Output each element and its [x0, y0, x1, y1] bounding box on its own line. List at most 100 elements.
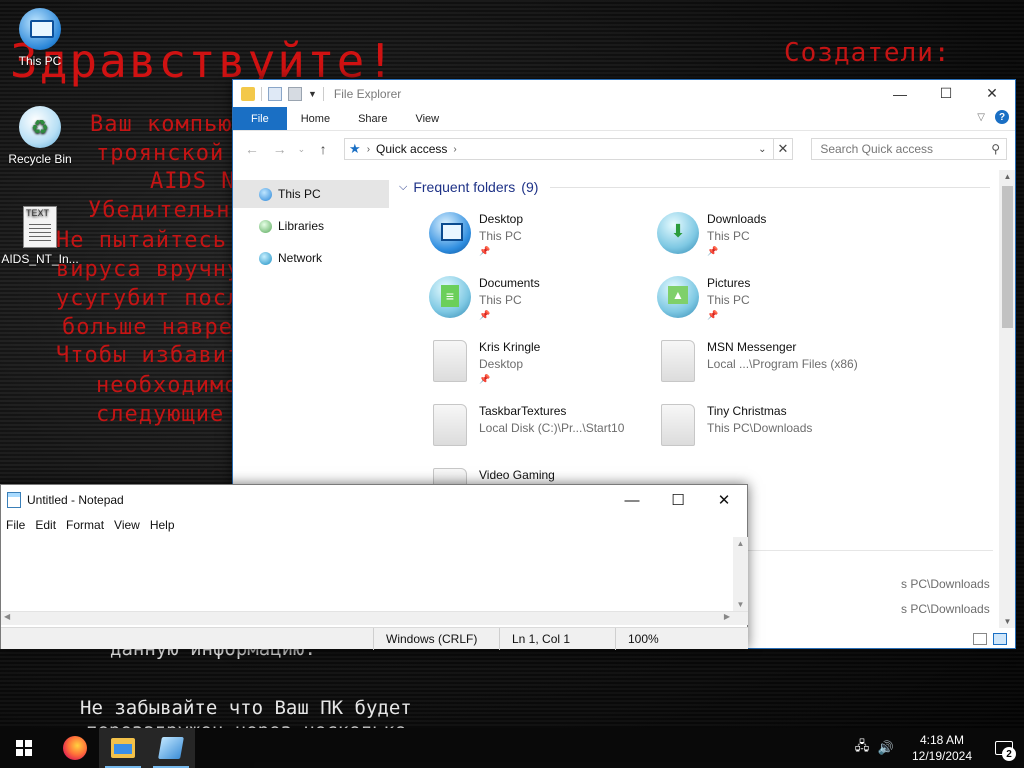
nav-item-network[interactable]: Network — [233, 244, 389, 272]
close-button[interactable]: ✕ — [701, 485, 747, 515]
horizontal-scrollbar[interactable]: ◀ ▶ — [1, 611, 748, 625]
folder-tile-msn-messenger[interactable]: MSN Messenger Local ...\Program Files (x… — [657, 340, 877, 396]
folder-name: Tiny Christmas — [707, 404, 787, 418]
folder-path: This PC — [707, 293, 750, 307]
scroll-left-icon[interactable]: ◀ — [4, 612, 10, 621]
folder-path: Desktop — [479, 357, 524, 371]
folder-name: Documents — [479, 276, 540, 290]
desktop-icon-label: This PC — [18, 54, 62, 68]
notepad-titlebar[interactable]: Untitled - Notepad — ☐ ✕ — [1, 485, 747, 515]
pin-icon: 📌 — [707, 246, 719, 256]
properties-icon[interactable] — [268, 86, 282, 101]
maximize-button[interactable]: ☐ — [655, 485, 701, 515]
taskbar-notepad[interactable] — [147, 728, 195, 768]
vertical-scrollbar[interactable]: ▲ ▼ — [733, 537, 748, 611]
search-input[interactable]: Search Quick access ⚲ — [811, 138, 1007, 160]
network-icon — [259, 251, 272, 265]
search-placeholder: Search Quick access — [820, 142, 934, 156]
folder-name: Video Gaming — [479, 468, 555, 482]
tab-view[interactable]: View — [401, 107, 453, 130]
folder-name: Pictures — [707, 276, 751, 290]
folder-path: Local ...\Program Files (x86) — [707, 357, 858, 371]
scroll-down-icon[interactable]: ▼ — [733, 600, 748, 609]
folder-tile-documents[interactable]: Documents This PC 📌 — [429, 276, 649, 332]
wallpaper-line: перезагружен через несколько — [86, 720, 406, 728]
help-icon[interactable]: ? — [995, 110, 1009, 124]
back-button[interactable]: ← — [241, 141, 263, 157]
menu-help[interactable]: Help — [145, 518, 180, 532]
firefox-icon — [63, 736, 87, 760]
close-button[interactable]: ✕ — [969, 80, 1015, 107]
folder-path: This PC — [479, 229, 522, 243]
nav-item-this-pc[interactable]: This PC — [233, 180, 389, 208]
forward-button[interactable]: → — [269, 141, 291, 157]
folder-tile-taskbartextures[interactable]: TaskbarTextures Local Disk (C:)\Pr...\St… — [429, 404, 649, 460]
frequent-folders-header[interactable]: ⌵ Frequent folders (9) — [399, 179, 991, 195]
folder-tile-pictures[interactable]: Pictures This PC 📌 — [657, 276, 877, 332]
start-button[interactable] — [0, 728, 48, 768]
menu-format[interactable]: Format — [61, 518, 109, 532]
notification-badge: 2 — [1002, 747, 1016, 761]
nav-item-libraries[interactable]: Libraries — [233, 212, 389, 240]
minimize-button[interactable]: — — [877, 80, 923, 107]
address-bar[interactable]: ★ › Quick access › ⌄ — [344, 138, 774, 160]
wallpaper-line: троянской — [96, 141, 225, 166]
taskbar: 🖧 🔊 4:18 AM 12/19/2024 2 — [0, 728, 1024, 768]
desktop-icon-aids-nt[interactable]: AIDS_NT_In... — [0, 206, 80, 266]
libraries-icon — [259, 219, 272, 233]
explorer-titlebar[interactable]: ▼ File Explorer — ☐ ✕ — [233, 80, 1015, 107]
address-dropdown-icon[interactable]: ⌄ — [758, 144, 766, 155]
clear-address-icon[interactable]: ✕ — [773, 138, 794, 160]
menu-view[interactable]: View — [109, 518, 145, 532]
breadcrumb-quick-access[interactable]: Quick access — [376, 142, 447, 156]
breadcrumb-chevron-icon[interactable]: › — [367, 144, 370, 155]
minimize-button[interactable]: — — [609, 485, 655, 515]
notepad-icon — [7, 492, 21, 508]
tiles-view-icon[interactable] — [993, 632, 1007, 645]
taskbar-firefox[interactable] — [51, 728, 99, 768]
pin-icon: 📌 — [479, 374, 491, 384]
folder-icon — [433, 340, 467, 382]
text-editor[interactable] — [1, 537, 733, 611]
action-center-button[interactable]: 2 — [984, 728, 1024, 768]
folder-name: Downloads — [707, 212, 767, 226]
nav-item-label: Libraries — [278, 219, 325, 233]
ribbon-tabs: File Home Share View ▽ ? — [233, 107, 1015, 131]
volume-icon[interactable]: 🔊 — [874, 740, 898, 756]
scroll-up-icon[interactable]: ▲ — [999, 172, 1015, 181]
wallpaper-line: Ваш компью — [90, 112, 233, 137]
scrollbar-thumb[interactable] — [1002, 186, 1013, 328]
tab-home[interactable]: Home — [287, 107, 344, 130]
breadcrumb-chevron-icon[interactable]: › — [453, 144, 456, 155]
maximize-button[interactable]: ☐ — [923, 80, 969, 107]
recent-file-path: s PC\Downloads — [901, 602, 990, 616]
clock-time: 4:18 AM — [919, 733, 965, 747]
desktop-icon-recycle-bin[interactable]: Recycle Bin — [0, 106, 80, 166]
folder-tile-kris-kringle[interactable]: Kris Kringle Desktop 📌 — [429, 340, 649, 396]
scroll-right-icon[interactable]: ▶ — [724, 612, 730, 621]
recent-locations-icon[interactable]: ⌄ — [296, 144, 306, 155]
wallpaper-line: Не пытайтесь — [56, 228, 227, 253]
new-folder-icon[interactable] — [288, 86, 302, 101]
folder-tile-tiny-christmas[interactable]: Tiny Christmas This PC\Downloads — [657, 404, 877, 460]
details-view-icon[interactable] — [973, 632, 987, 645]
network-icon[interactable]: 🖧 — [850, 737, 874, 759]
scroll-up-icon[interactable]: ▲ — [733, 539, 748, 548]
search-icon: ⚲ — [991, 142, 1000, 156]
computer-icon — [259, 187, 272, 201]
scroll-down-icon[interactable]: ▼ — [999, 617, 1015, 626]
expand-ribbon-icon[interactable]: ▽ — [977, 112, 985, 123]
tab-file[interactable]: File — [233, 107, 287, 130]
folder-tile-downloads[interactable]: Downloads This PC 📌 — [657, 212, 877, 268]
clock[interactable]: 4:18 AM 12/19/2024 — [904, 732, 980, 764]
desktop-icon-this-pc[interactable]: This PC — [0, 8, 80, 68]
tab-share[interactable]: Share — [344, 107, 401, 130]
menu-file[interactable]: File — [1, 518, 30, 532]
folder-path: This PC\Downloads — [707, 421, 813, 435]
up-button[interactable]: ↑ — [312, 141, 334, 157]
taskbar-file-explorer[interactable] — [99, 728, 147, 768]
customize-dropdown-icon[interactable]: ▼ — [308, 89, 317, 99]
folder-tile-desktop[interactable]: Desktop This PC 📌 — [429, 212, 649, 268]
menu-edit[interactable]: Edit — [30, 518, 61, 532]
vertical-scrollbar[interactable]: ▲ ▼ — [999, 170, 1015, 628]
